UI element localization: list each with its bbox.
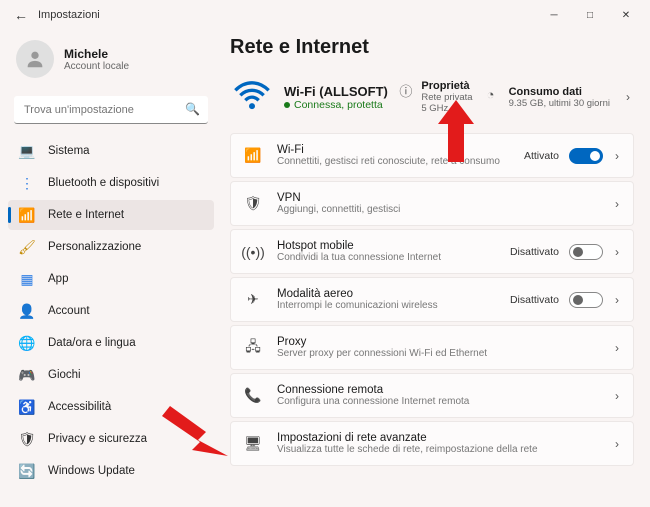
info-icon: ⓘ — [399, 81, 415, 97]
nav-label: Windows Update — [48, 465, 135, 477]
user-sub: Account locale — [64, 61, 129, 72]
search-icon: 🔍 — [185, 102, 200, 116]
card-sub: Visualizza tutte le schede di rete, reim… — [277, 444, 613, 455]
chevron-right-icon: › — [613, 197, 621, 211]
data-usage-card[interactable]: ◔ Consumo dati 9.35 GB, ultimi 30 giorni — [487, 86, 610, 109]
nav-icon: ⋮ — [18, 174, 36, 192]
card-vpn[interactable]: 🛡 VPN Aggiungi, connettiti, gestisci › — [230, 181, 634, 226]
minimize-button[interactable]: ─ — [536, 0, 572, 30]
sidebar-item-account[interactable]: 👤 Account — [8, 296, 214, 326]
toggle-state: Attivato — [524, 150, 559, 162]
nav-icon: 🔄 — [18, 462, 36, 480]
chevron-right-icon: › — [613, 149, 621, 163]
wifi-icon: 📶 — [243, 146, 263, 166]
nav-label: Account — [48, 305, 90, 317]
toggle[interactable] — [569, 244, 603, 260]
toggle-state: Disattivato — [510, 294, 559, 306]
close-button[interactable]: ✕ — [608, 0, 644, 30]
card-title: Impostazioni di rete avanzate — [277, 432, 613, 444]
card-title: VPN — [277, 192, 613, 204]
card-connessione-remota[interactable]: 📞 Connessione remota Configura una conne… — [230, 373, 634, 418]
nav-icon: 🌐 — [18, 334, 36, 352]
card-title: Wi-Fi — [277, 144, 524, 156]
card-sub: Condividi la tua connessione Internet — [277, 252, 510, 263]
vpn-icon: 🛡 — [243, 194, 263, 214]
nav-icon: 💻 — [18, 142, 36, 160]
nav-label: Personalizzazione — [48, 241, 141, 253]
chevron-right-icon: › — [613, 437, 621, 451]
card-sub: Interrompi le comunicazioni wireless — [277, 300, 510, 311]
card-wi-fi[interactable]: 📶 Wi-Fi Connettiti, gestisci reti conosc… — [230, 133, 634, 178]
card-title: Proxy — [277, 336, 613, 348]
chevron-right-icon: › — [613, 389, 621, 403]
avatar — [16, 40, 54, 78]
nav-label: Data/ora e lingua — [48, 337, 136, 349]
sidebar-item-personalizzazione[interactable]: 🖌 Personalizzazione — [8, 232, 214, 262]
nav-icon: 👤 — [18, 302, 36, 320]
chevron-right-icon: › — [613, 245, 621, 259]
nav-icon: ▦ — [18, 270, 36, 288]
ssid: Wi-Fi (ALLSOFT) — [284, 84, 388, 99]
network-hero: Wi-Fi (ALLSOFT) Connessa, protetta ⓘ Pro… — [230, 73, 634, 133]
data-icon: ◔ — [487, 87, 503, 103]
sidebar-item-accessibilit-[interactable]: ♿ Accessibilità — [8, 392, 214, 422]
card-sub: Configura una connessione Internet remot… — [277, 396, 613, 407]
dialup-icon: 📞 — [243, 386, 263, 406]
window-title: Impostazioni — [38, 9, 100, 21]
nav-icon: 🖌 — [18, 238, 36, 256]
nav-label: Bluetooth e dispositivi — [48, 177, 159, 189]
chevron-right-icon[interactable]: › — [624, 90, 632, 104]
user-name: Michele — [64, 47, 129, 61]
nav-label: Giochi — [48, 369, 81, 381]
sidebar-item-privacy-e-sicurezza[interactable]: 🛡 Privacy e sicurezza — [8, 424, 214, 454]
sidebar-item-bluetooth-e-dispositivi[interactable]: ⋮ Bluetooth e dispositivi — [8, 168, 214, 198]
card-title: Modalità aereo — [277, 288, 510, 300]
airplane-icon: ✈ — [243, 290, 263, 310]
nav-icon: 📶 — [18, 206, 36, 224]
toggle[interactable] — [569, 148, 603, 164]
search-input[interactable] — [14, 96, 208, 124]
nav-label: Rete e Internet — [48, 209, 124, 221]
sidebar-item-app[interactable]: ▦ App — [8, 264, 214, 294]
toggle-state: Disattivato — [510, 246, 559, 258]
card-sub: Connettiti, gestisci reti conosciute, re… — [277, 156, 524, 167]
sidebar-item-giochi[interactable]: 🎮 Giochi — [8, 360, 214, 390]
connection-status: Connessa, protetta — [284, 99, 388, 111]
adv-icon: 🖥 — [243, 434, 263, 454]
card-sub: Server proxy per connessioni Wi-Fi ed Et… — [277, 348, 613, 359]
nav-icon: 🛡 — [18, 430, 36, 448]
card-proxy[interactable]: 🖧 Proxy Server proxy per connessioni Wi-… — [230, 325, 634, 370]
search-box[interactable]: 🔍 — [14, 96, 208, 124]
nav-icon: ♿ — [18, 398, 36, 416]
maximize-button[interactable]: □ — [572, 0, 608, 30]
page-heading: Rete e Internet — [230, 36, 634, 59]
nav-label: App — [48, 273, 68, 285]
nav-label: Accessibilità — [48, 401, 111, 413]
nav-label: Sistema — [48, 145, 90, 157]
hotspot-icon: ((•)) — [243, 242, 263, 262]
chevron-right-icon: › — [613, 341, 621, 355]
card-title: Connessione remota — [277, 384, 613, 396]
card-hotspot-mobile[interactable]: ((•)) Hotspot mobile Condividi la tua co… — [230, 229, 634, 274]
card-sub: Aggiungi, connettiti, gestisci — [277, 204, 613, 215]
chevron-right-icon: › — [613, 293, 621, 307]
sidebar-item-sistema[interactable]: 💻 Sistema — [8, 136, 214, 166]
back-button[interactable]: ← — [14, 7, 28, 23]
sidebar-item-windows-update[interactable]: 🔄 Windows Update — [8, 456, 214, 486]
properties-card[interactable]: ⓘ Proprietà Rete privata 5 GHz — [399, 80, 472, 114]
card-title: Hotspot mobile — [277, 240, 510, 252]
card-impostazioni-di-rete-avanzate[interactable]: 🖥 Impostazioni di rete avanzate Visualiz… — [230, 421, 634, 466]
nav-label: Privacy e sicurezza — [48, 433, 147, 445]
proxy-icon: 🖧 — [243, 338, 263, 358]
wifi-icon — [232, 77, 272, 117]
toggle[interactable] — [569, 292, 603, 308]
sidebar-item-data-ora-e-lingua[interactable]: 🌐 Data/ora e lingua — [8, 328, 214, 358]
card-modalit-aereo[interactable]: ✈ Modalità aereo Interrompi le comunicaz… — [230, 277, 634, 322]
sidebar-item-rete-e-internet[interactable]: 📶 Rete e Internet — [8, 200, 214, 230]
nav-icon: 🎮 — [18, 366, 36, 384]
user-block[interactable]: Michele Account locale — [8, 36, 220, 90]
